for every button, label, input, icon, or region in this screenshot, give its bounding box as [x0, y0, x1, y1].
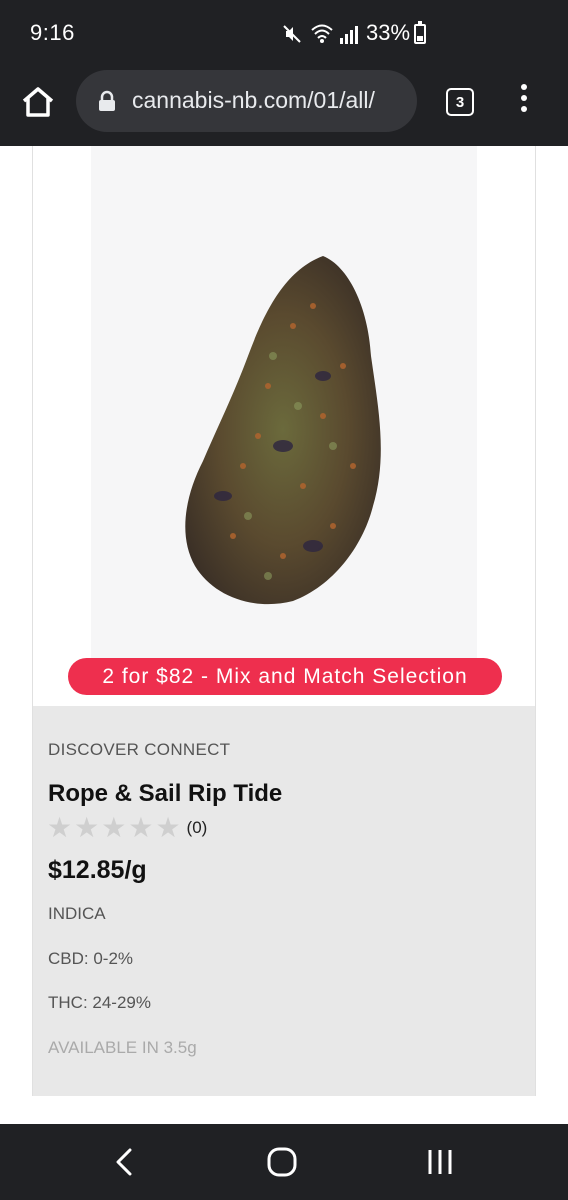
product-image[interactable] [91, 146, 477, 666]
home-nav-icon[interactable] [266, 1146, 298, 1178]
system-nav-bar [0, 1124, 568, 1200]
url-text[interactable]: cannabis-nb.com/01/all/ [132, 87, 417, 114]
wifi-icon [311, 24, 333, 43]
product-info: DISCOVER CONNECT Rope & Sail Rip Tide ★ … [33, 706, 535, 1096]
product-cbd: CBD: 0-2% [48, 949, 134, 968]
battery-icon [414, 21, 426, 44]
star-icon: ★ [74, 812, 100, 843]
product-price: $12.85/g [48, 856, 147, 884]
star-icon: ★ [101, 812, 127, 843]
lock-icon [99, 90, 115, 111]
tab-switcher-button[interactable]: 3 [446, 88, 474, 116]
product-availability: AVAILABLE IN 3.5g [48, 1038, 197, 1057]
product-type: INDICA [48, 904, 106, 923]
product-card[interactable]: 2 for $82 - Mix and Match Selection DISC… [32, 146, 536, 1096]
star-icon: ★ [155, 812, 181, 843]
mute-icon [283, 25, 301, 43]
status-time: 9:16 [30, 20, 75, 45]
url-bar[interactable]: cannabis-nb.com/01/all/ [76, 70, 417, 132]
battery-percent: 33% [366, 20, 411, 45]
signal-icon [340, 26, 358, 44]
recent-apps-icon[interactable] [424, 1146, 456, 1178]
more-menu-icon[interactable] [512, 84, 536, 120]
rating-stars: ★ ★ ★ ★ ★ (0) [47, 814, 207, 842]
promo-badge[interactable]: 2 for $82 - Mix and Match Selection [68, 658, 502, 695]
cannabis-bud-image [185, 256, 381, 605]
product-thc: THC: 24-29% [48, 993, 151, 1012]
rating-count: (0) [186, 818, 208, 837]
star-icon: ★ [128, 812, 154, 843]
back-icon[interactable] [110, 1144, 140, 1180]
browser-toolbar: cannabis-nb.com/01/all/ 3 [0, 68, 568, 146]
status-bar: 9:16 33% [0, 0, 568, 68]
product-brand: DISCOVER CONNECT [48, 740, 231, 759]
product-name[interactable]: Rope & Sail Rip Tide [48, 780, 282, 808]
page-content: 2 for $82 - Mix and Match Selection DISC… [0, 146, 568, 1124]
home-icon[interactable] [18, 82, 58, 122]
star-icon: ★ [47, 812, 73, 843]
product-image-area[interactable]: 2 for $82 - Mix and Match Selection [33, 146, 535, 706]
